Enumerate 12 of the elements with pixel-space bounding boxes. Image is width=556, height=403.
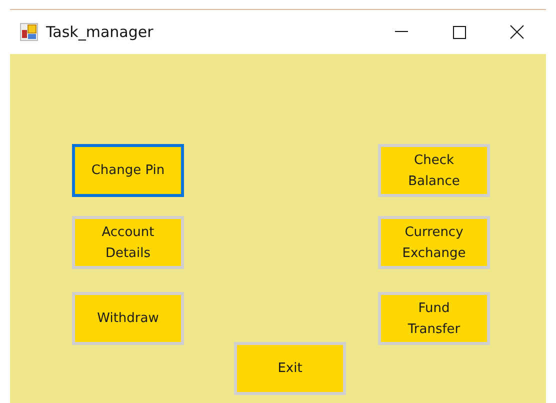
action-button[interactable]: Exit [234, 342, 346, 395]
action-button[interactable]: Account Details [72, 216, 184, 269]
close-icon [510, 25, 524, 39]
app-icon [20, 23, 38, 41]
minimize-icon [394, 31, 408, 33]
action-button[interactable]: Change Pin [72, 144, 184, 197]
action-button[interactable]: Check Balance [378, 144, 490, 197]
action-button[interactable]: Fund Transfer [378, 292, 490, 345]
action-button[interactable]: Currency Exchange [378, 216, 490, 269]
window-title: Task_manager [46, 22, 154, 43]
maximize-icon [452, 26, 466, 38]
action-button[interactable]: Withdraw [72, 292, 184, 345]
